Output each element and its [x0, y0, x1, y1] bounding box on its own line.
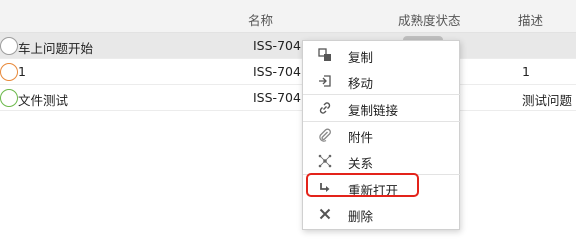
table-row[interactable]: 车上问题开始 ISS-704 999999 [0, 33, 576, 59]
table-row[interactable]: 1 ISS-704 1 [0, 59, 576, 85]
status-circle-icon[interactable] [0, 89, 18, 107]
row-description: 1 [522, 64, 530, 79]
menu-item-relation[interactable]: 关系 [303, 148, 461, 174]
column-header-description[interactable]: 描述 [518, 10, 543, 29]
row-key: ISS-704 [253, 64, 301, 79]
menu-item-delete[interactable]: 删除 [303, 201, 461, 227]
link-icon [317, 100, 333, 116]
row-key: ISS-704 [253, 38, 301, 53]
menu-item-label: 关系 [348, 156, 374, 171]
row-key: ISS-704 [253, 90, 301, 105]
row-title: 车上问题开始 [18, 41, 94, 56]
column-header-maturity[interactable]: 成熟度状态 [398, 10, 461, 29]
paperclip-icon [317, 127, 333, 143]
status-circle-icon[interactable] [0, 63, 18, 81]
table-row[interactable]: 文件测试 ISS-704 测试问题 [0, 85, 576, 111]
menu-item-attachment[interactable]: 附件 [303, 122, 461, 148]
relation-icon [317, 153, 333, 169]
menu-item-label: 复制 [348, 50, 374, 65]
menu-item-move[interactable]: 移动 [303, 68, 461, 94]
column-header-name[interactable]: 名称 [248, 10, 273, 29]
row-title: 1 [18, 64, 26, 79]
menu-item-label: 复制链接 [348, 103, 399, 118]
table-header: 名称 成熟度状态 描述 [0, 0, 576, 33]
highlight-box [306, 173, 419, 197]
context-menu: 复制 移动 复制链接 附件 关系 重新打开 删除 [302, 40, 461, 230]
menu-item-copy[interactable]: 复制 [303, 42, 461, 68]
menu-item-copy-link[interactable]: 复制链接 [303, 95, 461, 121]
menu-item-label: 删除 [348, 209, 374, 224]
delete-icon [317, 206, 333, 222]
copy-icon [317, 47, 333, 63]
row-title: 文件测试 [18, 93, 69, 108]
move-icon [317, 73, 333, 89]
menu-item-label: 移动 [348, 76, 374, 91]
row-description: 测试问题 [522, 93, 573, 108]
menu-item-label: 附件 [348, 130, 374, 145]
status-circle-icon[interactable] [0, 37, 18, 55]
